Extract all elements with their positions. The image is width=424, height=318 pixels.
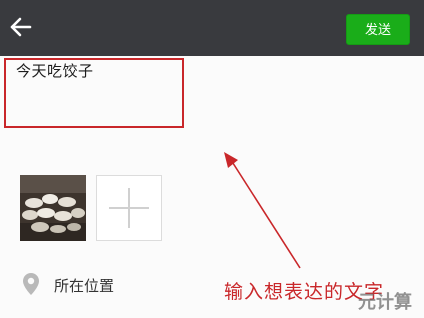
location-pin-icon bbox=[23, 273, 39, 295]
dumplings-photo bbox=[20, 175, 86, 241]
watermark: 元计算 bbox=[358, 292, 412, 313]
add-photo-button[interactable] bbox=[96, 175, 162, 241]
photo-thumbnail[interactable] bbox=[20, 175, 86, 241]
top-bar: 发送 bbox=[0, 0, 424, 56]
back-arrow-icon bbox=[10, 17, 32, 37]
location-label: 所在位置 bbox=[54, 277, 115, 295]
back-button[interactable] bbox=[8, 14, 34, 40]
plus-icon bbox=[109, 188, 149, 228]
send-button[interactable]: 发送 bbox=[346, 14, 410, 45]
compose-moment-screen: 发送 今天吃饺子 所在位置 输入想表达的文字 元计算 bbox=[0, 0, 424, 318]
text-input-highlight-box bbox=[4, 58, 184, 128]
